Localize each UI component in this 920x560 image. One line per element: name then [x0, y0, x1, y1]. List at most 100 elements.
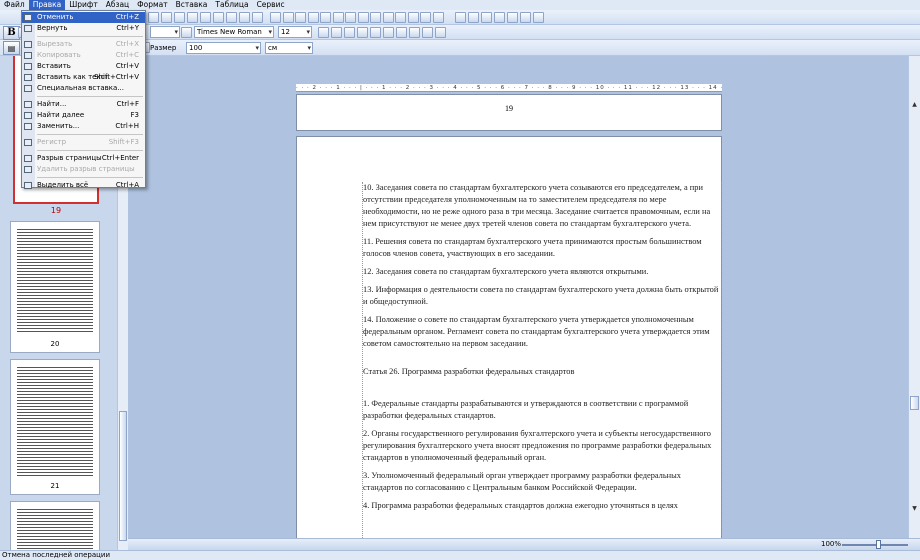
menu-item-label: Найти... [37, 100, 67, 108]
edit-menu-item-11[interactable]: Заменить... Ctrl+H [22, 121, 145, 132]
font-size-combo[interactable]: 12 [278, 26, 312, 38]
format-button-icon-16[interactable] [383, 27, 394, 38]
format-button-icon-15[interactable] [370, 27, 381, 38]
standard-button-icon-22[interactable] [433, 12, 444, 23]
scroll-up-arrow-icon[interactable]: ▲ [910, 100, 919, 109]
standard-button-icon-15[interactable] [345, 12, 356, 23]
standard-button-icon-7[interactable] [239, 12, 250, 23]
menu-6[interactable]: Таблица [211, 0, 252, 10]
menu-4[interactable]: Формат [133, 0, 171, 10]
document-page-19[interactable]: 19 [296, 94, 722, 131]
menu-0[interactable]: Файл [0, 0, 29, 10]
edit-menu-item-7[interactable]: Специальная вставка... [22, 83, 145, 94]
standard-button-icon-19[interactable] [395, 12, 406, 23]
format-button-icon-17[interactable] [396, 27, 407, 38]
standard-button-icon-16[interactable] [358, 12, 369, 23]
menu-item-shortcut: Ctrl+A [115, 181, 139, 189]
standard-button-icon-24[interactable] [468, 12, 479, 23]
horizontal-ruler[interactable]: · · · 2 · · · 1 · · · | · · · 1 · · · 2 … [296, 84, 722, 92]
standard-button-icon-29[interactable] [533, 12, 544, 23]
standard-button-icon-1[interactable] [161, 12, 172, 23]
standard-button-icon-0[interactable] [148, 12, 159, 23]
paste-text-icon [24, 74, 32, 81]
menu-3[interactable]: Абзац [102, 0, 133, 10]
standard-button-icon-26[interactable] [494, 12, 505, 23]
edit-menu-item-9[interactable]: Найти... Ctrl+F [22, 99, 145, 110]
format-button-icon-10[interactable] [181, 27, 192, 38]
standard-button-icon-12[interactable] [308, 12, 319, 23]
find-icon [24, 101, 32, 108]
edit-menu-item-0[interactable]: Отменить Ctrl+Z [22, 12, 145, 23]
edit-menu-item-10[interactable]: Найти далее F3 [22, 110, 145, 121]
standard-button-icon-20[interactable] [408, 12, 419, 23]
menu-2[interactable]: Шрифт [65, 0, 101, 10]
menu-item-shortcut: Ctrl+Enter [101, 154, 139, 162]
edit-menu-item-6[interactable]: Вставить как текст Shift+Ctrl+V [22, 72, 145, 83]
standard-button-icon-4[interactable] [200, 12, 211, 23]
scroll-down-arrow-icon[interactable]: ▼ [910, 504, 919, 513]
menu-separator [37, 36, 143, 37]
standard-button-icon-28[interactable] [520, 12, 531, 23]
document-vertical-scrollbar[interactable]: ▲ ▼ [908, 56, 920, 538]
standard-button-icon-21[interactable] [420, 12, 431, 23]
standard-button-icon-25[interactable] [481, 12, 492, 23]
paragraph[interactable]: 11. Решения совета по стандартам бухгалт… [363, 236, 721, 260]
standard-button-icon-5[interactable] [213, 12, 224, 23]
format-button-icon-20[interactable] [435, 27, 446, 38]
menu-item-shortcut: Ctrl+C [115, 51, 139, 59]
standard-button-icon-23[interactable] [455, 12, 466, 23]
redo-icon [24, 25, 32, 32]
menu-5[interactable]: Вставка [172, 0, 212, 10]
font-name-combo[interactable]: Times New Roman [194, 26, 274, 38]
zoom-slider-knob[interactable] [876, 540, 881, 549]
format-button-icon-19[interactable] [422, 27, 433, 38]
menu-7[interactable]: Сервис [253, 0, 289, 10]
format-button-icon-11[interactable] [318, 27, 329, 38]
standard-button-icon-8[interactable] [252, 12, 263, 23]
standard-button-icon-3[interactable] [187, 12, 198, 23]
standard-button-icon-27[interactable] [507, 12, 518, 23]
page-text-area[interactable]: 10. Заседания совета по стандартам бухга… [362, 182, 722, 538]
article-heading[interactable]: Статья 26. Программа разработки федераль… [363, 366, 721, 378]
paragraph[interactable]: 4. Программа разработки федеральных стан… [363, 500, 721, 512]
thumbnail-page-20[interactable]: 20 [10, 221, 100, 353]
thumbnail-page-21[interactable]: 21 [10, 359, 100, 495]
format-button-icon-18[interactable] [409, 27, 420, 38]
edit-menu-item-15[interactable]: Разрыв страницы Ctrl+Enter [22, 153, 145, 164]
document-page-20[interactable]: 10. Заседания совета по стандартам бухга… [296, 136, 722, 538]
standard-button-icon-11[interactable] [295, 12, 306, 23]
standard-button-icon-2[interactable] [174, 12, 185, 23]
paragraph[interactable]: 2. Органы государственного регулирования… [363, 428, 721, 464]
edit-menu-item-18[interactable]: Выделить всё Ctrl+A [22, 180, 145, 191]
paragraph[interactable]: 10. Заседания совета по стандартам бухга… [363, 182, 721, 230]
standard-button-icon-17[interactable] [370, 12, 381, 23]
format-button-icon-14[interactable] [357, 27, 368, 38]
paragraph[interactable]: 3. Уполномоченный федеральный орган утве… [363, 470, 721, 494]
style-combo[interactable] [150, 26, 180, 38]
edit-menu-item-5[interactable]: Вставить Ctrl+V [22, 61, 145, 72]
standard-button-icon-13[interactable] [320, 12, 331, 23]
cut-icon [24, 41, 32, 48]
scroll-thumb[interactable] [910, 396, 919, 410]
paragraph[interactable]: 14. Положение о совете по стандартам бух… [363, 314, 721, 350]
paragraph[interactable]: 12. Заседания совета по стандартам бухга… [363, 266, 721, 278]
paragraph[interactable]: 1. Федеральные стандарты разрабатываются… [363, 398, 721, 422]
page-number-footer: 19 [505, 104, 513, 113]
menu-item-label: Вернуть [37, 24, 68, 32]
standard-button-icon-14[interactable] [333, 12, 344, 23]
size-value-combo[interactable]: 100 [186, 42, 261, 54]
format-button-icon-13[interactable] [344, 27, 355, 38]
standard-button-icon-10[interactable] [283, 12, 294, 23]
menu-1[interactable]: Правка [28, 0, 66, 10]
standard-button-icon-6[interactable] [226, 12, 237, 23]
edit-menu-item-1[interactable]: Вернуть Ctrl+Y [22, 23, 145, 34]
thumbnail-page-22[interactable] [10, 501, 100, 550]
page-view-button[interactable]: ▤ [3, 41, 20, 55]
document-workspace[interactable]: · · · 2 · · · 1 · · · | · · · 1 · · · 2 … [128, 56, 908, 538]
standard-button-icon-9[interactable] [270, 12, 281, 23]
format-button-icon-12[interactable] [331, 27, 342, 38]
zoom-slider-track[interactable] [842, 544, 908, 546]
size-unit-combo[interactable]: см [265, 42, 313, 54]
standard-button-icon-18[interactable] [383, 12, 394, 23]
paragraph[interactable]: 13. Информация о деятельности совета по … [363, 284, 721, 308]
